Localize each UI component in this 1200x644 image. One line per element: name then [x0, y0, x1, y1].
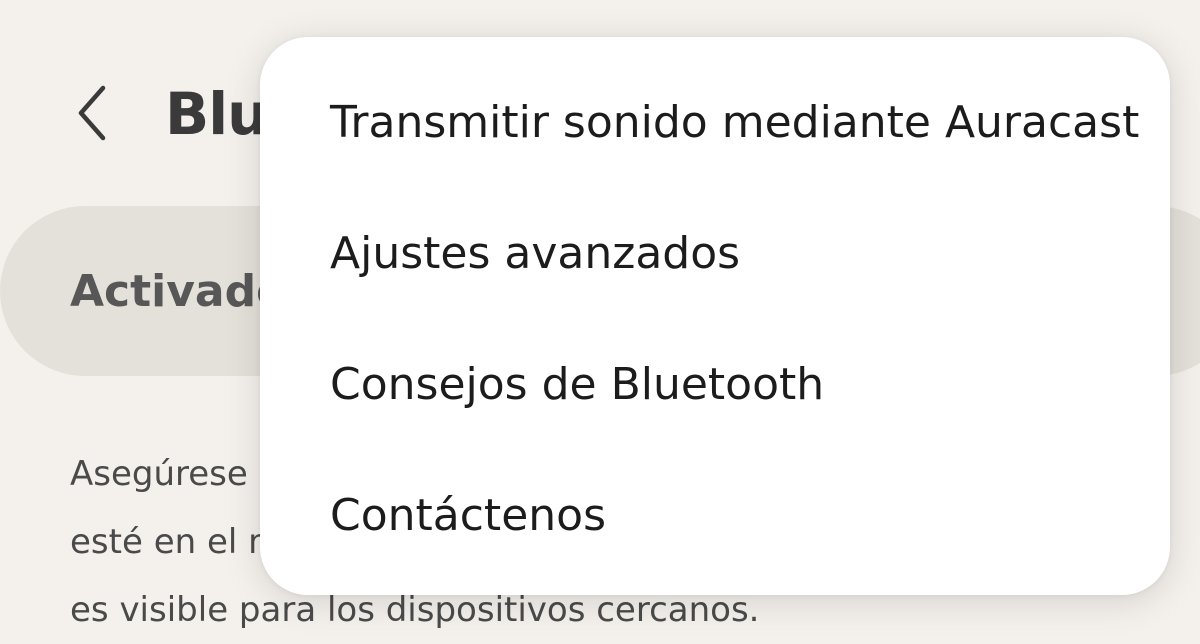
menu-item-auracast[interactable]: Transmitir sonido mediante Auracast [260, 57, 1170, 187]
chevron-left-icon [75, 84, 109, 142]
master-switch-label: Activado [70, 266, 287, 317]
menu-item-advanced-settings[interactable]: Ajustes avanzados [260, 188, 1170, 318]
menu-item-bluetooth-tips[interactable]: Consejos de Bluetooth [260, 319, 1170, 449]
menu-item-contact-us[interactable]: Contáctenos [260, 450, 1170, 580]
back-button[interactable] [62, 78, 122, 148]
overflow-menu: Transmitir sonido mediante Auracast Ajus… [260, 37, 1170, 595]
